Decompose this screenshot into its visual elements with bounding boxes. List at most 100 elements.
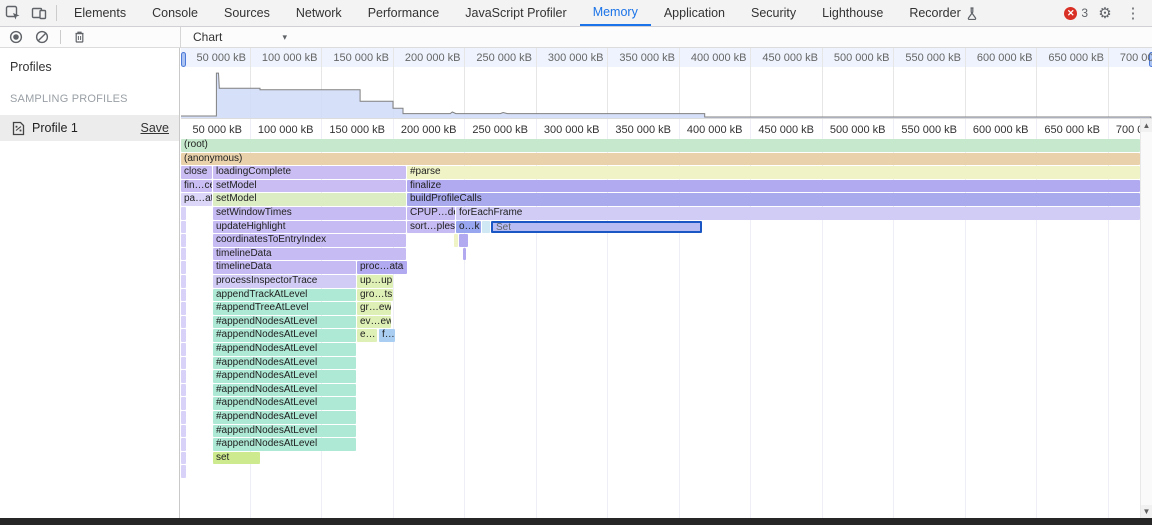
tab-javascript-profiler[interactable]: JavaScript Profiler xyxy=(452,0,579,26)
flame-block--root-[interactable]: (root) xyxy=(181,139,1140,152)
flame-block--appendnodesatlevel[interactable]: #appendNodesAtLevel xyxy=(213,425,356,438)
flame-block-appendtrackatlevel[interactable]: appendTrackAtLevel xyxy=(213,289,356,302)
flame-block[interactable] xyxy=(482,221,490,234)
flame-block-cpup-del[interactable]: CPUP…del xyxy=(407,207,455,220)
flame-block--appendtreeatlevel[interactable]: #appendTreeAtLevel xyxy=(213,302,356,315)
flame-block[interactable] xyxy=(463,248,466,261)
flame-block[interactable] xyxy=(181,438,186,451)
inspect-icon[interactable] xyxy=(0,0,26,26)
ruler-label: 300 000 kB xyxy=(544,124,600,136)
tab-performance[interactable]: Performance xyxy=(355,0,453,26)
flame-block--appendnodesatlevel[interactable]: #appendNodesAtLevel xyxy=(213,329,356,342)
flame-block-timelinedata[interactable]: timelineData xyxy=(213,248,406,261)
flame-block[interactable] xyxy=(181,452,186,465)
flame-block-proc-ata[interactable]: proc…ata xyxy=(357,261,407,274)
flame-block[interactable] xyxy=(181,248,186,261)
more-menu-icon[interactable]: ⋮ xyxy=(1122,4,1144,22)
chevron-down-icon: ▾ xyxy=(282,32,287,43)
tab-memory[interactable]: Memory xyxy=(580,0,651,26)
tab-application[interactable]: Application xyxy=(651,0,738,26)
flame-block[interactable] xyxy=(181,289,186,302)
flame-block[interactable] xyxy=(459,234,468,247)
flame-block[interactable] xyxy=(454,234,458,247)
flame-block[interactable] xyxy=(181,329,186,342)
flame-block-updatehighlight[interactable]: updateHighlight xyxy=(213,221,406,234)
flame-block--appendnodesatlevel[interactable]: #appendNodesAtLevel xyxy=(213,397,356,410)
flame-chart[interactable]: 50 000 kB100 000 kB150 000 kB200 000 kB2… xyxy=(181,119,1140,518)
flame-block--appendnodesatlevel[interactable]: #appendNodesAtLevel xyxy=(213,343,356,356)
flame-block--anonymous-[interactable]: (anonymous) xyxy=(181,153,1140,166)
flame-block-e-[interactable]: e… xyxy=(357,329,377,342)
tab-network[interactable]: Network xyxy=(283,0,355,26)
flame-block-ev-ew[interactable]: ev…ew xyxy=(357,316,391,329)
flame-block--appendnodesatlevel[interactable]: #appendNodesAtLevel xyxy=(213,438,356,451)
flame-block[interactable] xyxy=(181,316,186,329)
tab-console[interactable]: Console xyxy=(139,0,211,26)
view-mode-select[interactable]: Chart ▾ xyxy=(189,30,291,44)
flame-block[interactable] xyxy=(181,343,186,356)
scroll-up-icon[interactable]: ▲ xyxy=(1141,119,1152,132)
flame-block[interactable] xyxy=(181,397,186,410)
tab-lighthouse[interactable]: Lighthouse xyxy=(809,0,896,26)
delete-icon[interactable] xyxy=(71,29,87,45)
tab-sources[interactable]: Sources xyxy=(211,0,283,26)
flame-block-up-up[interactable]: up…up xyxy=(357,275,393,288)
flame-block-buildprofilecalls[interactable]: buildProfileCalls xyxy=(407,193,1140,206)
flame-gridline xyxy=(893,119,894,518)
flame-block-gro-ts[interactable]: gro…ts xyxy=(357,289,393,302)
clear-icon[interactable] xyxy=(34,29,50,45)
device-toolbar-icon[interactable] xyxy=(26,0,52,26)
record-icon[interactable] xyxy=(8,29,24,45)
flame-gridline xyxy=(965,119,966,518)
flame-block-timelinedata[interactable]: timelineData xyxy=(213,261,356,274)
flame-block-loadingcomplete[interactable]: loadingComplete xyxy=(213,166,406,179)
flame-block--parse[interactable]: #parse xyxy=(407,166,1140,179)
flame-block-sort-ples[interactable]: sort…ples xyxy=(407,221,455,234)
flame-block--appendnodesatlevel[interactable]: #appendNodesAtLevel xyxy=(213,316,356,329)
flame-block[interactable] xyxy=(181,234,186,247)
flame-block-pa-at[interactable]: pa…at xyxy=(181,193,212,206)
flame-block[interactable] xyxy=(181,357,186,370)
flame-block[interactable] xyxy=(181,384,186,397)
flame-block--appendnodesatlevel[interactable]: #appendNodesAtLevel xyxy=(213,357,356,370)
flame-block[interactable] xyxy=(181,275,186,288)
flame-block[interactable] xyxy=(181,370,186,383)
flame-block-processinspectortrace[interactable]: processInspectorTrace xyxy=(213,275,356,288)
tab-security[interactable]: Security xyxy=(738,0,809,26)
flame-block--appendnodesatlevel[interactable]: #appendNodesAtLevel xyxy=(213,411,356,424)
scroll-down-icon[interactable]: ▼ xyxy=(1141,505,1152,518)
vertical-scrollbar[interactable]: ▲ ▼ xyxy=(1140,119,1152,518)
flame-block-f-r[interactable]: f…r xyxy=(379,329,395,342)
flame-block[interactable] xyxy=(181,207,186,220)
flame-block-set[interactable]: set xyxy=(213,452,260,465)
flame-block[interactable] xyxy=(181,261,186,274)
flame-block-setmodel[interactable]: setModel xyxy=(213,180,406,193)
tab-elements[interactable]: Elements xyxy=(61,0,139,26)
heap-overview-chart[interactable]: 50 000 kB100 000 kB150 000 kB200 000 kB2… xyxy=(181,48,1152,119)
flame-block-setwindowtimes[interactable]: setWindowTimes xyxy=(213,207,406,220)
flame-block-coordinatestoentryindex[interactable]: coordinatesToEntryIndex xyxy=(213,234,406,247)
flame-block-foreachframe[interactable]: forEachFrame xyxy=(456,207,1140,220)
flame-block[interactable] xyxy=(181,221,186,234)
sidebar-item-profile-1[interactable]: Profile 1 Save xyxy=(0,115,179,141)
flame-block[interactable] xyxy=(181,425,186,438)
flame-block-fin-ce[interactable]: fin…ce xyxy=(181,180,212,193)
overview-left-handle[interactable] xyxy=(181,52,186,67)
ruler-label: 50 000 kB xyxy=(192,124,242,136)
flame-block[interactable] xyxy=(181,302,186,315)
flame-block-finalize[interactable]: finalize xyxy=(407,180,1140,193)
error-badge[interactable]: ✕ 3 xyxy=(1064,6,1088,20)
settings-gear-icon[interactable]: ⚙ xyxy=(1094,4,1116,22)
save-profile-link[interactable]: Save xyxy=(141,121,170,135)
tab-recorder[interactable]: Recorder xyxy=(896,0,990,26)
flame-block[interactable] xyxy=(181,465,186,478)
flame-block-gr-ew[interactable]: gr…ew xyxy=(357,302,391,315)
flame-block-o-k[interactable]: o…k xyxy=(456,221,481,234)
flame-block-setmodel[interactable]: setModel xyxy=(213,193,406,206)
flame-block--appendnodesatlevel[interactable]: #appendNodesAtLevel xyxy=(213,370,356,383)
flame-block-set[interactable]: Set xyxy=(491,221,702,234)
flame-block-close[interactable]: close xyxy=(181,166,212,179)
flame-block[interactable] xyxy=(181,411,186,424)
flame-block--appendnodesatlevel[interactable]: #appendNodesAtLevel xyxy=(213,384,356,397)
ruler-label: 250 000 kB xyxy=(472,124,528,136)
